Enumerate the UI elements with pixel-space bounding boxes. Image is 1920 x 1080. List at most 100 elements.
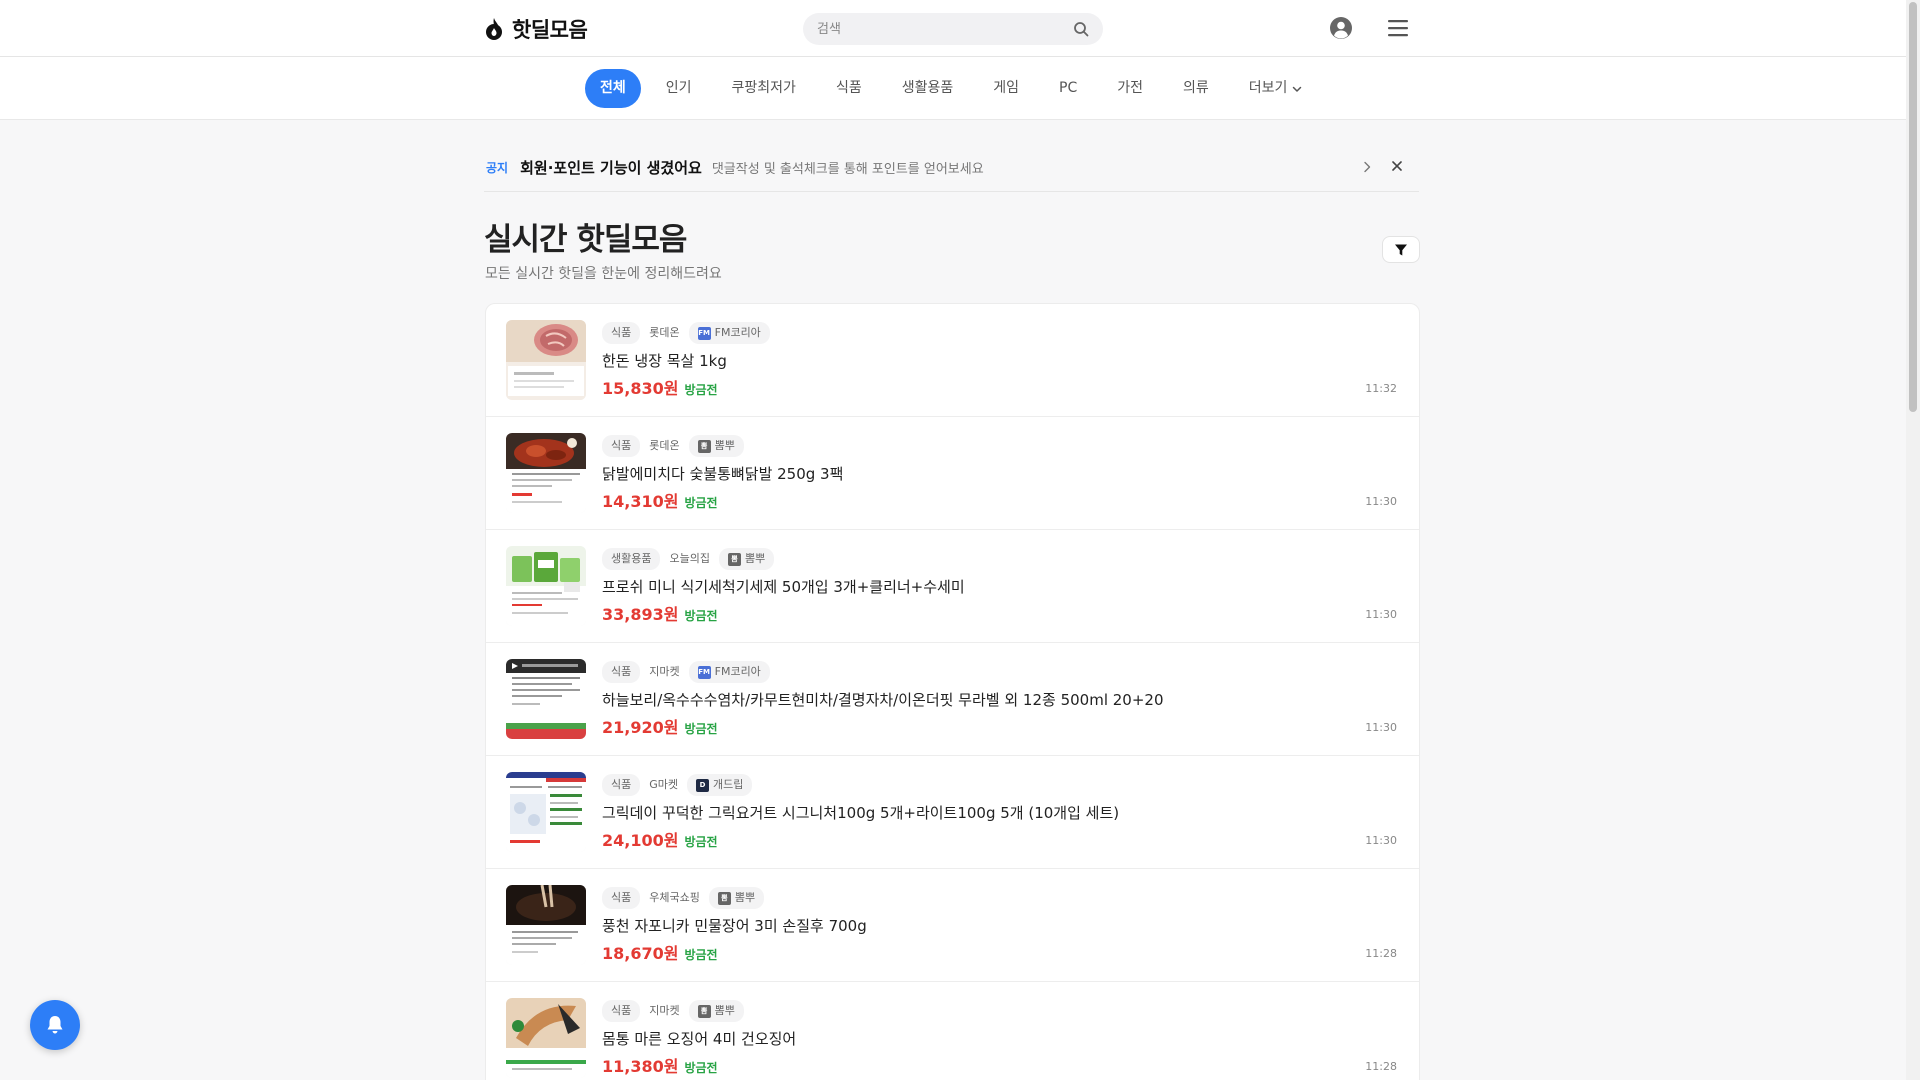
page-scrollbar[interactable] [1906,0,1920,1080]
deal-title: 그릭데이 꾸덕한 그릭요거트 시그니처100g 5개+라이트100g 5개 (1… [602,804,1120,822]
deal-status: 방금전 [684,948,718,962]
store-tag: 지마켓 [649,1004,680,1017]
top-header: 핫딜모음 [0,0,1906,57]
deal-item[interactable]: 식품 롯데온 뽐 뽐뿌 닭발에미치다 숯불통뼈닭발 250g 3팩 14,310… [486,417,1419,530]
deal-price: 15,830원 [602,379,679,398]
tab-household[interactable]: 생활용품 [887,69,969,108]
tab-all[interactable]: 전체 [585,69,641,108]
ppomppu-icon: 뽐 [697,1004,711,1018]
chevron-down-icon [1293,86,1302,92]
deal-thumbnail [506,659,586,739]
filter-icon [1395,244,1407,255]
deal-list: 식품 롯데온 FM FM코리아 한돈 냉장 목살 1kg 15,830원 방금전 … [485,303,1420,1080]
category-tag: 식품 [602,661,641,683]
deal-thumbnail [506,885,586,965]
deal-item[interactable]: 식품 우체국쇼핑 뽐 뽐뿌 풍천 자포니카 민물장어 3미 손질후 700g 1… [486,869,1419,982]
notice-tag: 공지 [486,160,509,175]
source-tag: D 개드립 [687,774,753,796]
deal-thumbnail [506,546,586,626]
category-tag: 식품 [602,435,641,457]
deal-title: 하늘보리/옥수수수염차/카무트현미차/결명자차/이온더핏 무라벨 외 12종 5… [602,691,1164,709]
tab-game[interactable]: 게임 [978,69,1034,108]
tab-coupang-lowest[interactable]: 쿠팡최저가 [717,69,811,108]
deal-item[interactable]: 식품 롯데온 FM FM코리아 한돈 냉장 목살 1kg 15,830원 방금전 … [486,304,1419,417]
scrollbar-thumb[interactable] [1909,2,1917,412]
deal-title: 풍천 자포니카 민물장어 3미 손질후 700g [602,917,867,935]
source-label: 뽐뿌 [744,552,766,565]
tab-more-label: 더보기 [1248,80,1288,96]
fm-icon: FM [697,326,711,340]
deal-price-row: 14,310원 방금전 [602,488,718,512]
deal-time: 11:30 [1365,495,1397,508]
search-icon[interactable] [1073,21,1089,37]
source-label: FM코리아 [714,665,761,678]
deal-time: 11:30 [1365,721,1397,734]
category-tag: 식품 [602,774,641,796]
ppomppu-icon: 뽐 [717,891,731,905]
tab-food[interactable]: 식품 [821,69,877,108]
fm-icon: FM [697,665,711,679]
category-tag: 식품 [602,322,641,344]
deal-price-row: 18,670원 방금전 [602,940,718,964]
notice-description: 댓글작성 및 출석체크를 통해 포인트를 얻어보세요 [711,161,984,177]
store-tag: 롯데온 [649,326,680,339]
dogdrip-icon: D [696,778,710,792]
deal-item[interactable]: 식품 지마켓 FM FM코리아 하늘보리/옥수수수염차/카무트현미차/결명자차/… [486,643,1419,756]
deal-item[interactable]: 생활용품 오늘의집 뽐 뽐뿌 프로쉬 미니 식기세척기세제 50개입 3개+클리… [486,530,1419,643]
notification-button[interactable] [30,1000,80,1050]
search-input[interactable] [817,21,1073,37]
chevron-right-icon[interactable] [1360,160,1374,174]
deal-item[interactable]: 식품 지마켓 뽐 뽐뿌 몸통 마른 오징어 4미 건오징어 11,380원 방금전… [486,982,1419,1080]
category-bar: 전체 인기 쿠팡최저가 식품 생활용품 게임 PC 가전 의류 더보기 [0,57,1906,120]
hamburger-menu-icon[interactable] [1387,18,1409,38]
deal-title: 닭발에미치다 숯불통뼈닭발 250g 3팩 [602,465,844,483]
deal-thumbnail [506,433,586,513]
deal-tags: 식품 롯데온 뽐 뽐뿌 [602,435,744,457]
store-tag: 롯데온 [649,439,680,452]
deal-price-row: 11,380원 방금전 [602,1053,718,1077]
page-subtitle: 모든 실시간 핫딜을 한눈에 정리해드려요 [485,266,722,282]
deal-price-row: 24,100원 방금전 [602,827,718,851]
store-tag: 오늘의집 [669,552,710,565]
source-label: 뽐뿌 [714,439,735,452]
category-tabs: 전체 인기 쿠팡최저가 식품 생활용품 게임 PC 가전 의류 더보기 [585,69,1328,108]
logo-text: 핫딜모음 [512,18,588,42]
source-tag: 뽐 뽐뿌 [718,548,775,570]
notice-bar[interactable]: 공지 회원·포인트 기능이 생겼어요 댓글작성 및 출석체크를 통해 포인트를 … [484,143,1419,192]
deal-price-row: 33,893원 방금전 [602,601,718,625]
deal-status: 방금전 [684,1061,718,1075]
deal-status: 방금전 [684,496,718,510]
deal-status: 방금전 [684,835,718,849]
ppomppu-icon: 뽐 [697,439,711,453]
deal-price: 24,100원 [602,831,679,850]
category-tag: 식품 [602,1000,641,1022]
deal-price: 11,380원 [602,1057,679,1076]
search-box[interactable] [803,13,1103,45]
category-tag: 식품 [602,887,641,909]
tab-appliance[interactable]: 가전 [1102,69,1158,108]
filter-button[interactable] [1382,236,1420,263]
tab-more[interactable]: 더보기 [1234,69,1319,108]
deal-price-row: 21,920원 방금전 [602,714,718,738]
deal-title: 프로쉬 미니 식기세척기세제 50개입 3개+클리너+수세미 [602,578,965,596]
logo[interactable]: 핫딜모음 [484,14,588,44]
store-tag: G마켓 [649,778,679,791]
deal-item[interactable]: 식품 G마켓 D 개드립 그릭데이 꾸덕한 그릭요거트 시그니처100g 5개+… [486,756,1419,869]
deal-price-row: 15,830원 방금전 [602,375,718,399]
deal-status: 방금전 [684,609,718,623]
tab-pc[interactable]: PC [1044,69,1092,108]
deal-status: 방금전 [684,722,718,736]
tab-popular[interactable]: 인기 [651,69,707,108]
account-icon[interactable] [1329,16,1353,40]
tab-clothing[interactable]: 의류 [1168,69,1224,108]
close-icon[interactable] [1390,159,1404,173]
deal-price: 21,920원 [602,718,679,737]
deal-title: 한돈 냉장 목살 1kg [602,352,727,370]
deal-price: 18,670원 [602,944,679,963]
deal-time: 11:32 [1365,382,1397,395]
deal-tags: 식품 지마켓 뽐 뽐뿌 [602,1000,744,1022]
ppomppu-icon: 뽐 [727,552,741,566]
deal-tags: 식품 롯데온 FM FM코리아 [602,322,770,344]
deal-title: 몸통 마른 오징어 4미 건오징어 [602,1030,797,1048]
deal-thumbnail [506,320,586,400]
